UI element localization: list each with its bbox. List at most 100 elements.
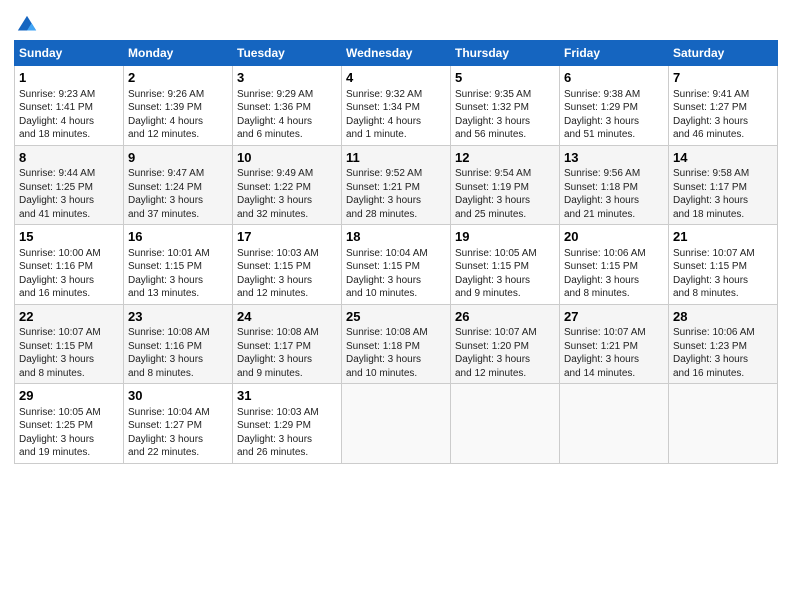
- calendar-cell: 6 Sunrise: 9:38 AM Sunset: 1:29 PM Daylig…: [560, 66, 669, 146]
- calendar-cell: 22Sunrise: 10:07 AM Sunset: 1:15 PM Dayl…: [15, 304, 124, 384]
- calendar-cell: 16 Sunrise: 10:01 AM Sunset: 1:15 PM Dayl…: [124, 225, 233, 305]
- day-info: Sunrise: 10:08 AM Sunset: 1:18 PM Daylig…: [346, 327, 428, 379]
- calendar-cell: 15 Sunrise: 10:00 AM Sunset: 1:16 PM Dayl…: [15, 225, 124, 305]
- calendar-cell: 4Sunrise: 9:32 AM Sunset: 1:34 PM Daylig…: [342, 66, 451, 146]
- day-number: 9: [128, 149, 228, 167]
- day-info: Sunrise: 9:23 AM Sunset: 1:41 PM Dayligh…: [19, 89, 95, 141]
- calendar-cell: 19 Sunrise: 10:05 AM Sunset: 1:15 PM Dayl…: [451, 225, 560, 305]
- day-info: Sunrise: 9:49 AM Sunset: 1:22 PM Dayligh…: [237, 168, 313, 220]
- calendar-cell: 23Sunrise: 10:08 AM Sunset: 1:16 PM Dayl…: [124, 304, 233, 384]
- calendar-cell: 2 Sunrise: 9:26 AM Sunset: 1:39 PM Daylig…: [124, 66, 233, 146]
- day-number: 23: [128, 308, 228, 326]
- weekday-header-thursday: Thursday: [451, 41, 560, 66]
- weekday-header-tuesday: Tuesday: [233, 41, 342, 66]
- day-number: 26: [455, 308, 555, 326]
- day-number: 29: [19, 387, 119, 405]
- calendar-cell: 27Sunrise: 10:07 AM Sunset: 1:21 PM Dayl…: [560, 304, 669, 384]
- day-info: Sunrise: 10:05 AM Sunset: 1:25 PM Daylig…: [19, 407, 101, 459]
- day-number: 5: [455, 69, 555, 87]
- calendar-cell: 12Sunrise: 9:54 AM Sunset: 1:19 PM Dayli…: [451, 145, 560, 225]
- day-info: Sunrise: 10:04 AM Sunset: 1:27 PM Daylig…: [128, 407, 210, 459]
- calendar-cell: [342, 384, 451, 464]
- weekday-header-wednesday: Wednesday: [342, 41, 451, 66]
- day-info: Sunrise: 10:01 AM Sunset: 1:15 PM Daylig…: [128, 248, 210, 300]
- calendar-cell: [560, 384, 669, 464]
- calendar-cell: 26Sunrise: 10:07 AM Sunset: 1:20 PM Dayl…: [451, 304, 560, 384]
- calendar-week-3: 15 Sunrise: 10:00 AM Sunset: 1:16 PM Dayl…: [15, 225, 778, 305]
- calendar-cell: 7 Sunrise: 9:41 AM Sunset: 1:27 PM Daylig…: [669, 66, 778, 146]
- day-number: 22: [19, 308, 119, 326]
- day-number: 3: [237, 69, 337, 87]
- day-info: Sunrise: 10:03 AM Sunset: 1:15 PM Daylig…: [237, 248, 319, 300]
- calendar-week-2: 8Sunrise: 9:44 AM Sunset: 1:25 PM Daylig…: [15, 145, 778, 225]
- calendar-week-5: 29 Sunrise: 10:05 AM Sunset: 1:25 PM Dayl…: [15, 384, 778, 464]
- calendar-cell: 13Sunrise: 9:56 AM Sunset: 1:18 PM Dayli…: [560, 145, 669, 225]
- calendar-cell: 24Sunrise: 10:08 AM Sunset: 1:17 PM Dayl…: [233, 304, 342, 384]
- calendar-cell: 30Sunrise: 10:04 AM Sunset: 1:27 PM Dayl…: [124, 384, 233, 464]
- calendar-cell: 3 Sunrise: 9:29 AM Sunset: 1:36 PM Daylig…: [233, 66, 342, 146]
- calendar-week-4: 22Sunrise: 10:07 AM Sunset: 1:15 PM Dayl…: [15, 304, 778, 384]
- day-info: Sunrise: 10:07 AM Sunset: 1:20 PM Daylig…: [455, 327, 537, 379]
- day-number: 6: [564, 69, 664, 87]
- calendar-cell: 17 Sunrise: 10:03 AM Sunset: 1:15 PM Dayl…: [233, 225, 342, 305]
- weekday-header-saturday: Saturday: [669, 41, 778, 66]
- day-info: Sunrise: 9:38 AM Sunset: 1:29 PM Dayligh…: [564, 89, 640, 141]
- calendar-cell: 28Sunrise: 10:06 AM Sunset: 1:23 PM Dayl…: [669, 304, 778, 384]
- calendar-cell: 11Sunrise: 9:52 AM Sunset: 1:21 PM Dayli…: [342, 145, 451, 225]
- calendar-cell: 25Sunrise: 10:08 AM Sunset: 1:18 PM Dayl…: [342, 304, 451, 384]
- day-info: Sunrise: 9:54 AM Sunset: 1:19 PM Dayligh…: [455, 168, 531, 220]
- weekday-header-friday: Friday: [560, 41, 669, 66]
- day-info: Sunrise: 9:56 AM Sunset: 1:18 PM Dayligh…: [564, 168, 640, 220]
- day-info: Sunrise: 10:05 AM Sunset: 1:15 PM Daylig…: [455, 248, 537, 300]
- day-info: Sunrise: 10:07 AM Sunset: 1:15 PM Daylig…: [673, 248, 755, 300]
- day-number: 11: [346, 149, 446, 167]
- day-number: 2: [128, 69, 228, 87]
- calendar-table: SundayMondayTuesdayWednesdayThursdayFrid…: [14, 40, 778, 464]
- day-number: 21: [673, 228, 773, 246]
- day-info: Sunrise: 9:44 AM Sunset: 1:25 PM Dayligh…: [19, 168, 95, 220]
- day-info: Sunrise: 9:29 AM Sunset: 1:36 PM Dayligh…: [237, 89, 313, 141]
- day-info: Sunrise: 10:06 AM Sunset: 1:23 PM Daylig…: [673, 327, 755, 379]
- logo: [14, 14, 38, 36]
- header: [14, 10, 778, 36]
- day-number: 18: [346, 228, 446, 246]
- day-info: Sunrise: 9:47 AM Sunset: 1:24 PM Dayligh…: [128, 168, 204, 220]
- day-info: Sunrise: 10:04 AM Sunset: 1:15 PM Daylig…: [346, 248, 428, 300]
- page-container: SundayMondayTuesdayWednesdayThursdayFrid…: [0, 0, 792, 470]
- day-number: 13: [564, 149, 664, 167]
- day-number: 7: [673, 69, 773, 87]
- day-number: 25: [346, 308, 446, 326]
- day-info: Sunrise: 10:07 AM Sunset: 1:21 PM Daylig…: [564, 327, 646, 379]
- day-number: 24: [237, 308, 337, 326]
- calendar-cell: 14Sunrise: 9:58 AM Sunset: 1:17 PM Dayli…: [669, 145, 778, 225]
- day-number: 20: [564, 228, 664, 246]
- day-number: 15: [19, 228, 119, 246]
- calendar-cell: [669, 384, 778, 464]
- day-number: 28: [673, 308, 773, 326]
- day-number: 31: [237, 387, 337, 405]
- day-info: Sunrise: 9:41 AM Sunset: 1:27 PM Dayligh…: [673, 89, 749, 141]
- day-number: 16: [128, 228, 228, 246]
- weekday-header-monday: Monday: [124, 41, 233, 66]
- calendar-cell: 10Sunrise: 9:49 AM Sunset: 1:22 PM Dayli…: [233, 145, 342, 225]
- day-info: Sunrise: 10:08 AM Sunset: 1:17 PM Daylig…: [237, 327, 319, 379]
- calendar-cell: 20 Sunrise: 10:06 AM Sunset: 1:15 PM Dayl…: [560, 225, 669, 305]
- day-info: Sunrise: 10:07 AM Sunset: 1:15 PM Daylig…: [19, 327, 101, 379]
- calendar-cell: [451, 384, 560, 464]
- day-info: Sunrise: 10:03 AM Sunset: 1:29 PM Daylig…: [237, 407, 319, 459]
- day-info: Sunrise: 10:06 AM Sunset: 1:15 PM Daylig…: [564, 248, 646, 300]
- calendar-cell: 5 Sunrise: 9:35 AM Sunset: 1:32 PM Daylig…: [451, 66, 560, 146]
- day-number: 4: [346, 69, 446, 87]
- day-info: Sunrise: 9:35 AM Sunset: 1:32 PM Dayligh…: [455, 89, 531, 141]
- day-number: 19: [455, 228, 555, 246]
- day-number: 17: [237, 228, 337, 246]
- day-info: Sunrise: 9:58 AM Sunset: 1:17 PM Dayligh…: [673, 168, 749, 220]
- calendar-week-1: 1 Sunrise: 9:23 AM Sunset: 1:41 PM Daylig…: [15, 66, 778, 146]
- day-number: 10: [237, 149, 337, 167]
- day-info: Sunrise: 10:00 AM Sunset: 1:16 PM Daylig…: [19, 248, 101, 300]
- day-info: Sunrise: 9:26 AM Sunset: 1:39 PM Dayligh…: [128, 89, 204, 141]
- day-number: 1: [19, 69, 119, 87]
- calendar-cell: 18 Sunrise: 10:04 AM Sunset: 1:15 PM Dayl…: [342, 225, 451, 305]
- day-number: 12: [455, 149, 555, 167]
- weekday-header-sunday: Sunday: [15, 41, 124, 66]
